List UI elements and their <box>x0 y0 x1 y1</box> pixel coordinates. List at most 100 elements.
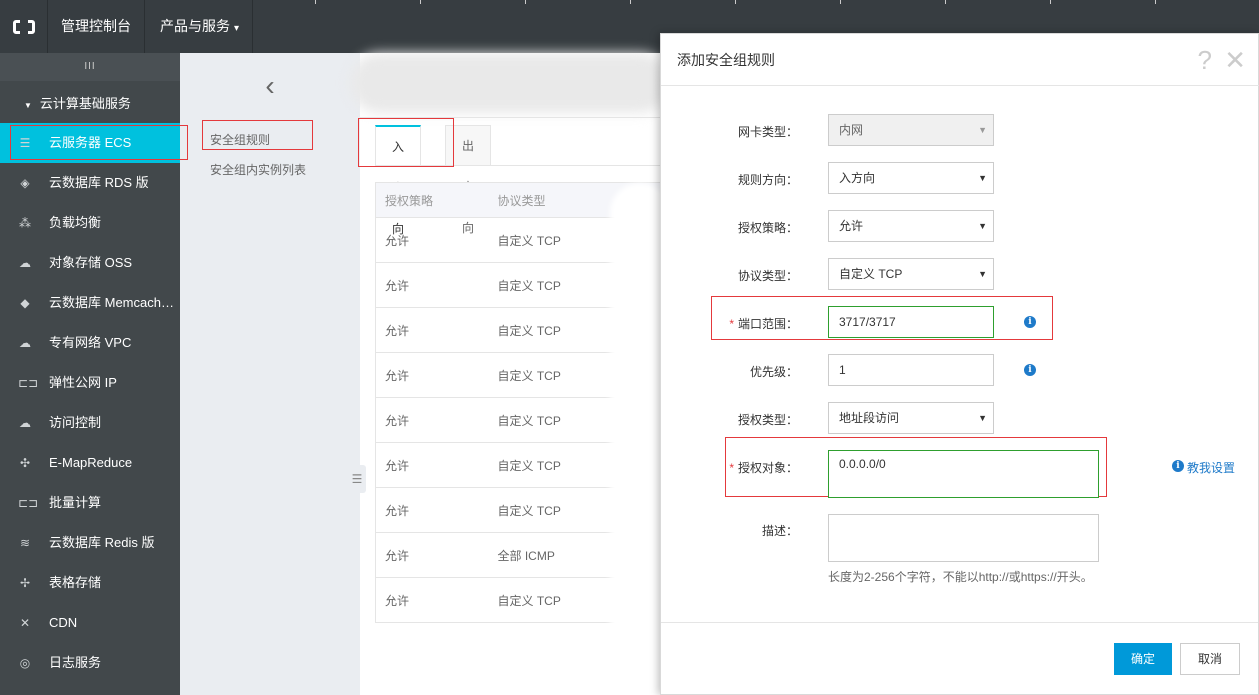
sidebar-item[interactable]: ⊏⊐ 批量计算 <box>0 483 180 523</box>
dialog-title: 添加安全组规则 <box>677 52 775 68</box>
auth-object-input[interactable]: 0.0.0.0/0 <box>828 450 1099 498</box>
table-store-icon: ✢ <box>19 576 31 590</box>
info-icon[interactable]: i <box>1024 316 1036 328</box>
dropdown-arrow-icon: ▼ <box>978 413 987 423</box>
protocol-cell: 自定义 TCP <box>488 577 626 623</box>
memcache-icon: ◆ <box>20 296 30 310</box>
highlight-box <box>10 125 188 160</box>
products-label: 产品与服务 <box>160 18 230 34</box>
log-service-icon: ◎ <box>19 656 31 670</box>
nic-type-select: 内网 ▼ <box>828 114 994 146</box>
collapse-menu-icon[interactable]: ☰ <box>348 465 366 493</box>
required-mark: * <box>729 461 734 475</box>
console-home-link[interactable]: 管理控制台 <box>48 0 145 53</box>
sidebar-item-label: 云数据库 RDS 版 <box>49 175 149 190</box>
port-range-label-text: 端口范围： <box>737 317 798 331</box>
sidebar-item-label: 访问控制 <box>49 415 102 430</box>
sidebar-item[interactable]: ◈ 云数据库 RDS 版 <box>0 163 180 203</box>
sidebar-item-label: 专有网络 VPC <box>49 335 132 350</box>
sidebar-item[interactable]: ◆ 云数据库 Memcache ... <box>0 283 180 323</box>
column-header-policy: 授权策略 <box>375 182 489 218</box>
subnav-item-instance-list[interactable]: 安全组内实例列表 <box>210 161 306 178</box>
protocol-cell: 自定义 TCP <box>488 307 626 353</box>
description-textarea[interactable] <box>828 514 1099 562</box>
dropdown-arrow-icon: ▼ <box>978 269 987 279</box>
auth-object-label: * 授权对象： <box>688 459 798 476</box>
back-arrow-icon[interactable]: ‹ <box>180 53 360 118</box>
separator <box>735 0 736 4</box>
separator <box>840 0 841 4</box>
policy-cell: 允许 <box>375 307 489 353</box>
column-header-protocol: 协议类型 <box>488 182 626 218</box>
emapreduce-icon: ✣ <box>19 456 31 470</box>
description-hint: 长度为2-256个字符，不能以http://或https://开头。 <box>828 570 1093 584</box>
policy-value: 允许 <box>839 219 864 233</box>
vpc-cloud-icon: ☁ <box>19 336 31 350</box>
eip-icon: ⊏⊐ <box>18 376 39 390</box>
storage-cloud-icon: ☁ <box>19 256 31 270</box>
separator <box>1155 0 1156 4</box>
sidebar-group-cloud-basics[interactable]: ▼ 云计算基础服务 <box>0 89 131 119</box>
sidebar-item-label: 云数据库 Memcache ... <box>49 295 180 310</box>
protocol-cell: 自定义 TCP <box>488 262 626 308</box>
highlight-box <box>202 120 313 150</box>
sidebar-item[interactable]: ☁ 对象存储 OSS <box>0 243 180 283</box>
protocol-cell: 自定义 TCP <box>488 487 626 533</box>
caret-down-icon: ▼ <box>24 101 32 110</box>
direction-label: 规则方向： <box>737 173 798 187</box>
help-icon[interactable]: ? <box>1198 44 1212 76</box>
teach-me-link[interactable]: 教我设置 <box>1187 459 1235 476</box>
policy-cell: 允许 <box>375 262 489 308</box>
policy-label: 授权策略： <box>737 221 798 235</box>
sidebar-item-label: 对象存储 OSS <box>49 255 133 270</box>
chevron-down-icon: ▾ <box>234 23 240 34</box>
direction-value: 入方向 <box>839 171 876 185</box>
priority-input[interactable]: 1 <box>828 354 994 386</box>
batch-compute-icon: ⊏⊐ <box>18 496 39 510</box>
description-label: 描述： <box>761 524 798 538</box>
direction-select[interactable]: 入方向 ▼ <box>828 162 994 194</box>
separator <box>315 0 316 4</box>
sidebar-group-label: 云计算基础服务 <box>39 96 131 111</box>
policy-cell: 允许 <box>375 487 489 533</box>
priority-label: 优先级： <box>749 365 798 379</box>
auth-type-value: 地址段访问 <box>839 411 900 425</box>
nic-type-value: 内网 <box>839 123 864 137</box>
sidebar-item[interactable]: ✣ E-MapReduce <box>0 443 180 483</box>
policy-cell: 允许 <box>375 532 489 578</box>
sidebar-item-label: 表格存储 <box>49 575 102 590</box>
sidebar-item[interactable]: ☁ 专有网络 VPC <box>0 323 180 363</box>
sidebar-item[interactable]: ⊏⊐ 弹性公网 IP <box>0 363 180 403</box>
nic-type-label: 网卡类型： <box>737 125 798 139</box>
port-range-input[interactable]: 3717/3717 <box>828 306 994 338</box>
dropdown-arrow-icon: ▼ <box>978 221 987 231</box>
sidebar-item[interactable]: ✢ 表格存储 <box>0 563 180 603</box>
sidebar-item[interactable]: ⁂ 负载均衡 <box>0 203 180 243</box>
add-security-rule-dialog: 添加安全组规则 ? ✕ 网卡类型： 内网 ▼ 规则方向： 入方向 ▼ 授权策略： 允… <box>660 33 1259 695</box>
sidebar-item[interactable]: ☁ 访问控制 <box>0 403 180 443</box>
redis-icon: ≋ <box>19 536 31 550</box>
products-menu[interactable]: 产品与服务 ▾ <box>147 0 254 53</box>
sidebar-item[interactable]: ◎ 日志服务 <box>0 643 180 683</box>
policy-cell: 允许 <box>375 577 489 623</box>
separator <box>420 0 421 4</box>
protocol-cell: 全部 ICMP <box>488 532 626 578</box>
policy-select[interactable]: 允许 ▼ <box>828 210 994 242</box>
sidebar-item[interactable]: ✕ CDN <box>0 603 180 643</box>
aliyun-logo[interactable] <box>0 0 48 53</box>
confirm-button[interactable]: 确定 <box>1114 643 1172 675</box>
info-icon[interactable]: i <box>1024 364 1036 376</box>
close-icon[interactable]: ✕ <box>1224 44 1246 76</box>
sidebar-collapse-handle[interactable]: III <box>0 53 180 81</box>
sidebar-item[interactable]: ≋ 云数据库 Redis 版 <box>0 523 180 563</box>
cdn-icon: ✕ <box>19 616 31 630</box>
policy-cell: 允许 <box>375 217 489 263</box>
auth-type-select[interactable]: 地址段访问 ▼ <box>828 402 994 434</box>
protocol-select[interactable]: 自定义 TCP ▼ <box>828 258 994 290</box>
divider <box>661 622 1258 623</box>
cancel-button[interactable]: 取消 <box>1180 643 1240 675</box>
required-mark: * <box>729 317 734 331</box>
separator <box>1050 0 1051 4</box>
sidebar-item-label: 日志服务 <box>49 655 102 670</box>
sidebar-item-label: 批量计算 <box>49 495 102 510</box>
